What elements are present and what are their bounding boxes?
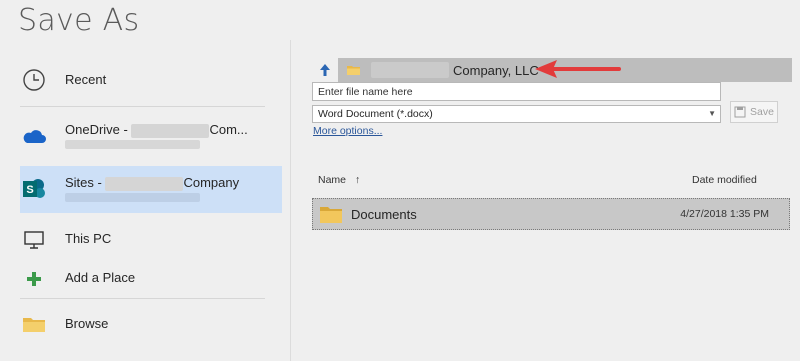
- sharepoint-icon: S: [20, 175, 48, 203]
- location-onedrive[interactable]: OneDrive - Com...: [20, 122, 282, 150]
- filetype-selected: Word Document (*.docx): [318, 108, 433, 120]
- computer-icon: [20, 226, 48, 254]
- file-date: 4/27/2018 1:35 PM: [680, 208, 769, 220]
- filename-input[interactable]: [312, 82, 721, 101]
- up-arrow-icon: [320, 64, 330, 76]
- location-sites-label-prefix: Sites -: [65, 175, 106, 190]
- location-onedrive-label-prefix: OneDrive -: [65, 122, 132, 137]
- location-browse-label: Browse: [65, 316, 109, 331]
- redacted-subtitle: [65, 193, 200, 202]
- redacted-text: [105, 176, 184, 191]
- sort-up-icon: ↑: [354, 174, 361, 186]
- annotation-arrow: [535, 60, 621, 78]
- location-onedrive-label-suffix: Com...: [209, 122, 248, 137]
- clock-icon: [20, 66, 48, 94]
- divider: [20, 298, 265, 299]
- filetype-select[interactable]: Word Document (*.docx) ▼: [312, 105, 721, 123]
- location-recent-label: Recent: [65, 72, 107, 87]
- column-header-date[interactable]: Date modified: [692, 174, 757, 186]
- svg-text:S: S: [26, 184, 33, 196]
- up-arrow-button[interactable]: [312, 58, 338, 82]
- location-add-place-label: Add a Place: [65, 270, 136, 285]
- location-recent[interactable]: Recent: [20, 66, 282, 94]
- redacted-text: [371, 62, 449, 78]
- floppy-disk-icon: [734, 106, 746, 118]
- folder-icon: [320, 207, 342, 223]
- divider: [20, 106, 265, 107]
- panel-divider: [290, 40, 291, 361]
- file-row[interactable]: Documents 4/27/2018 1:35 PM: [312, 198, 790, 230]
- location-this-pc-label: This PC: [65, 231, 112, 246]
- path-label: Company, LLC: [453, 62, 539, 78]
- redacted-text: [131, 123, 210, 138]
- location-sites[interactable]: S Sites - Company: [20, 166, 282, 213]
- more-options-link[interactable]: More options...: [313, 125, 382, 137]
- column-header-name[interactable]: Name ↑: [318, 174, 360, 186]
- save-button[interactable]: Save: [730, 101, 778, 123]
- cloud-icon: [20, 122, 48, 150]
- file-name: Documents: [351, 206, 417, 222]
- save-label: Save: [750, 106, 774, 118]
- location-sites-label-suffix: Company: [183, 175, 240, 190]
- page-title: Save As: [18, 3, 140, 38]
- chevron-down-icon: ▼: [708, 109, 716, 118]
- redacted-subtitle: [65, 140, 200, 149]
- folder-icon: [347, 66, 360, 75]
- location-add-place[interactable]: Add a Place: [20, 265, 282, 293]
- folder-icon: [20, 310, 48, 338]
- location-browse[interactable]: Browse: [20, 310, 282, 338]
- plus-icon: [20, 265, 48, 293]
- location-this-pc[interactable]: This PC: [20, 226, 282, 254]
